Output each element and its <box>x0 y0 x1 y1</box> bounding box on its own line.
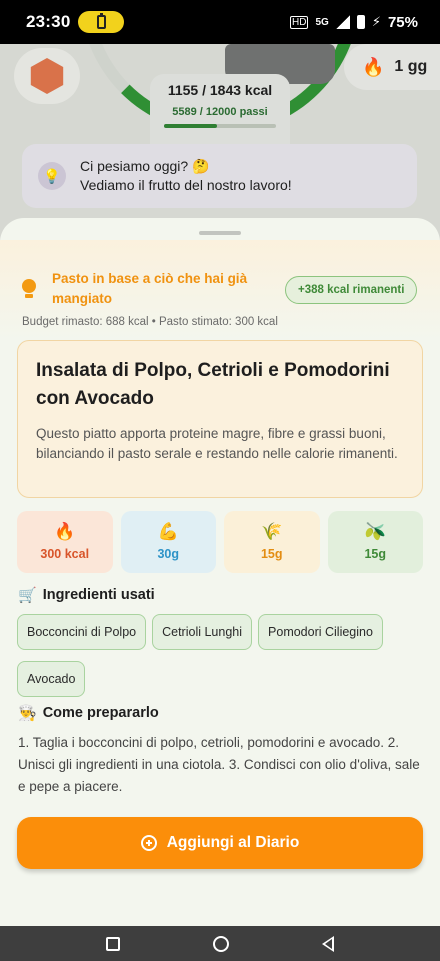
wheat-icon: 🌾 <box>261 522 283 541</box>
battery-percent: 75% <box>387 13 418 31</box>
system-nav-bar <box>0 926 440 961</box>
chef-icon: 👨‍🍳 <box>18 705 37 722</box>
budget-info: Budget rimasto: 688 kcal • Pasto stimato… <box>22 316 278 328</box>
muscle-icon: 💪 <box>157 522 179 541</box>
add-circle-icon <box>140 835 157 851</box>
prep-title: Come prepararlo <box>42 705 159 721</box>
status-time: 23:30 <box>26 12 71 31</box>
banner-title: Pasto in base a ciò che hai già mangiato <box>52 271 248 306</box>
hd-icon: HD <box>290 15 309 29</box>
macro-protein: 💪 30g <box>120 511 216 573</box>
ingredients-list: Bocconcini di Polpo Cetrioli Lunghi Pomo… <box>17 614 427 702</box>
macro-carbs: 🌾 15g <box>224 511 320 573</box>
weigh-prompt-title: Ci pesiamo oggi? 🤔 <box>80 158 210 174</box>
back-icon[interactable] <box>321 935 334 952</box>
signal-icon <box>335 15 350 29</box>
add-to-diary-button[interactable]: Aggiungi al Diario <box>17 817 423 869</box>
streak-days: 1 gg <box>394 58 428 75</box>
prep-heading: 👨‍🍳 Come prepararlo <box>18 704 159 722</box>
flame-icon: 🔥 <box>362 56 385 77</box>
steps-text: 5589 / 12000 passi <box>172 106 268 118</box>
dish-title: Insalata di Polpo, Cetrioli e Pomodorini… <box>36 360 390 409</box>
macros-row: 🔥 300 kcal 💪 30g 🌾 15g 🫒 15g <box>17 511 423 573</box>
network-type: 5G <box>315 16 329 28</box>
lightbulb-icon: 💡 <box>38 162 66 190</box>
ingredient-chip[interactable]: Cetrioli Lunghi <box>152 614 253 650</box>
ingredients-title: Ingredienti usati <box>42 587 155 603</box>
macro-value: 30g <box>157 547 180 561</box>
macro-fat: 🫒 15g <box>327 511 423 573</box>
remaining-kcal-badge: +388 kcal rimanenti <box>285 276 418 304</box>
battery-saver-icon <box>78 11 125 33</box>
olive-icon: 🫒 <box>364 522 386 541</box>
ingredients-heading: 🛒 Ingredienti usati <box>18 586 155 604</box>
weigh-prompt-subtitle: Vediamo il frutto del nostro lavoro! <box>80 177 292 193</box>
dish-card: Insalata di Polpo, Cetrioli e Pomodorini… <box>17 340 423 498</box>
drag-handle[interactable] <box>199 231 241 235</box>
streak-badge[interactable]: 🔥 1 gg <box>344 44 440 90</box>
meal-suggestion-sheet: Pasto in base a ciò che hai già mangiato… <box>0 218 440 930</box>
macro-value: 15g <box>364 547 387 561</box>
weigh-in-card[interactable]: 💡 Ci pesiamo oggi? 🤔 Vediamo il frutto d… <box>22 144 417 208</box>
home-icon[interactable] <box>212 935 229 952</box>
battery-icon <box>356 15 365 29</box>
add-to-diary-label: Aggiungi al Diario <box>166 834 300 851</box>
status-icons: HD 5G ⚡ 75% <box>290 14 418 31</box>
steps-progress-fill <box>164 124 217 128</box>
macro-value: 300 kcal <box>40 547 90 561</box>
kcal-text: 1155 / 1843 kcal <box>167 82 273 98</box>
steps-progress-bar <box>164 124 276 128</box>
profile-badge[interactable] <box>14 48 80 104</box>
ingredient-chip[interactable]: Bocconcini di Polpo <box>17 614 147 650</box>
charging-icon: ⚡ <box>371 14 381 29</box>
status-bar: 23:30 HD 5G ⚡ 75% <box>0 0 440 44</box>
suggestion-banner: Pasto in base a ciò che hai già mangiato… <box>0 240 440 340</box>
ingredient-chip[interactable]: Pomodori Ciliegino <box>258 614 383 650</box>
macro-calories: 🔥 300 kcal <box>17 511 113 573</box>
macro-value: 15g <box>260 547 283 561</box>
prep-instructions: 1. Taglia i bocconcini di polpo, cetriol… <box>18 735 420 794</box>
dish-description: Questo piatto apporta proteine magre, fi… <box>36 426 398 461</box>
recents-icon[interactable] <box>106 936 121 951</box>
ingredient-chip[interactable]: Avocado <box>17 661 86 697</box>
fire-icon: 🔥 <box>54 522 76 541</box>
lightbulb-icon <box>22 279 36 298</box>
badge-icon <box>30 58 64 94</box>
cart-icon: 🛒 <box>18 587 37 604</box>
